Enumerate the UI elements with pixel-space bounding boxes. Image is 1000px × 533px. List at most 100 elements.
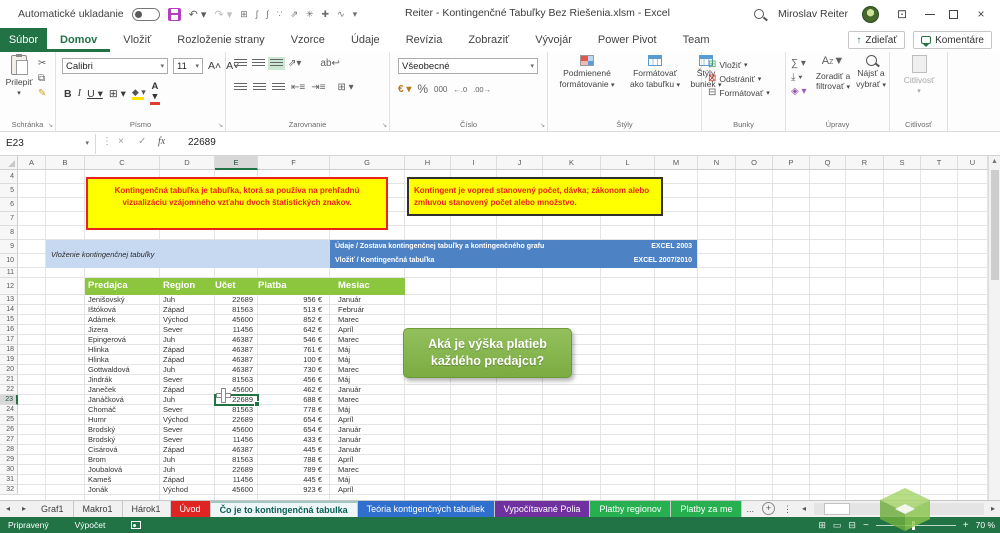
column-header-B[interactable]: B (46, 156, 85, 170)
page-layout-view-icon[interactable]: ▭ (833, 520, 842, 531)
row-header-7[interactable]: 7 (0, 212, 18, 226)
undo-icon[interactable]: ↶ ▾ (189, 8, 207, 21)
cell-C19[interactable]: Hlinka (88, 355, 160, 365)
cell-E25[interactable]: 22689 (215, 415, 253, 425)
sheet-tab-vod[interactable]: Úvod (171, 501, 211, 517)
decrease-decimal-icon[interactable]: .00→ (473, 85, 491, 94)
row-header-10[interactable]: 10 (0, 254, 18, 268)
row-header-19[interactable]: 19 (0, 355, 18, 365)
row-header-17[interactable]: 17 (0, 335, 18, 345)
formula-bar-value[interactable]: 22689 (188, 137, 216, 148)
menu-tab-domov[interactable]: Domov (47, 28, 110, 52)
row-header-32[interactable]: 32 (0, 485, 18, 495)
user-name[interactable]: Miroslav Reiter (778, 8, 848, 20)
cell-E15[interactable]: 45600 (215, 315, 253, 325)
search-icon[interactable] (754, 9, 764, 19)
insert-function-icon[interactable]: fx (158, 136, 165, 147)
align-center-icon[interactable] (253, 83, 266, 92)
font-dialog-launcher[interactable]: ↘ (218, 122, 223, 129)
row-header-18[interactable]: 18 (0, 345, 18, 355)
number-format-combo[interactable]: Všeobecné▾ (398, 58, 538, 74)
row-header-9[interactable]: 9 (0, 240, 18, 254)
cell-E20[interactable]: 46387 (215, 365, 253, 375)
comments-button[interactable]: Komentáre (913, 31, 992, 49)
align-right-icon[interactable] (272, 83, 285, 92)
cell-G30[interactable]: Marec (338, 465, 403, 475)
row-header-27[interactable]: 27 (0, 435, 18, 445)
select-all-corner[interactable] (0, 156, 18, 170)
tab-overflow-ellipsis[interactable]: ... (742, 501, 758, 517)
column-header-J[interactable]: J (497, 156, 543, 170)
cell-D17[interactable]: Juh (163, 335, 213, 345)
cell-C30[interactable]: Joubalová (88, 465, 160, 475)
vertical-scroll-thumb[interactable] (991, 170, 999, 280)
menu-tab-zobrazi[interactable]: Zobraziť (455, 28, 522, 52)
cell-C24[interactable]: Chomáč (88, 405, 160, 415)
confirm-entry-icon[interactable]: ✓ (138, 136, 146, 147)
autosum-icon[interactable]: ∑ ▾ (791, 58, 807, 69)
copy-icon[interactable]: ⧉ (38, 73, 46, 84)
cell-C32[interactable]: Jonák (88, 485, 160, 495)
format-cells-button[interactable]: ⊟Formátovať▾ (708, 87, 770, 98)
row-header-6[interactable]: 6 (0, 198, 18, 212)
row-header-26[interactable]: 26 (0, 425, 18, 435)
conditional-formatting-button[interactable]: Podmienené formátovanie ▾ (550, 55, 624, 90)
row-header-14[interactable]: 14 (0, 305, 18, 315)
add-sheet-icon[interactable]: + (762, 502, 775, 515)
cell-E32[interactable]: 45600 (215, 485, 253, 495)
page-break-view-icon[interactable]: ⊟ (848, 520, 856, 531)
cell-D15[interactable]: Východ (163, 315, 213, 325)
sheet-nav-left-icon[interactable]: ◂ (0, 501, 16, 517)
cell-C20[interactable]: Gottwaldová (88, 365, 160, 375)
cell-C26[interactable]: Brodský (88, 425, 160, 435)
cell-G32[interactable]: Apríl (338, 485, 403, 495)
hscroll-right-icon[interactable]: ▸ (986, 501, 1000, 517)
row-header-4[interactable]: 4 (0, 170, 18, 184)
column-header-F[interactable]: F (258, 156, 330, 170)
close-button[interactable]: × (972, 7, 990, 21)
delete-cells-button[interactable]: ⊠Odstrániť▾ (708, 73, 770, 84)
row-header-30[interactable]: 30 (0, 465, 18, 475)
cell-G19[interactable]: Máj (338, 355, 403, 365)
menu-tab-daje[interactable]: Údaje (338, 28, 393, 52)
cell-F17[interactable]: 546 € (258, 335, 322, 345)
minimize-button[interactable] (925, 14, 935, 15)
horizontal-scroll-thumb[interactable] (824, 503, 850, 515)
orientation-icon[interactable]: ⇗▾ (288, 58, 301, 69)
cell-D18[interactable]: Západ (163, 345, 213, 355)
macro-record-icon[interactable] (131, 521, 141, 529)
question-callout[interactable]: Aká je výška platieb každého predajcu? (403, 328, 572, 378)
cell-E31[interactable]: 11456 (215, 475, 253, 485)
bold-icon[interactable]: B (64, 88, 72, 100)
worksheet-grid[interactable]: ABCDEFGHIJKLMNOPQRSTU 456789101112131415… (0, 156, 988, 500)
column-header-E[interactable]: E (215, 156, 258, 170)
cell-E16[interactable]: 11456 (215, 325, 253, 335)
cell-C27[interactable]: Brodský (88, 435, 160, 445)
sheet-tab-h-rok1[interactable]: Hárok1 (123, 501, 171, 517)
column-header-T[interactable]: T (921, 156, 958, 170)
cell-F26[interactable]: 654 € (258, 425, 322, 435)
cut-icon[interactable]: ✂ (38, 58, 46, 69)
sheet-tab-vypo-tavan-polia[interactable]: Vypočítavané Polia (495, 501, 591, 517)
cell-D14[interactable]: Západ (163, 305, 213, 315)
increase-decimal-icon[interactable]: ←.0 (453, 85, 467, 94)
zoom-out-icon[interactable]: − (863, 520, 869, 531)
row-header-21[interactable]: 21 (0, 375, 18, 385)
column-header-I[interactable]: I (451, 156, 497, 170)
cell-F18[interactable]: 761 € (258, 345, 322, 355)
autosave-toggle[interactable] (132, 8, 160, 21)
row-header-25[interactable]: 25 (0, 415, 18, 425)
borders-icon[interactable]: ⊞ ▾ (109, 88, 126, 100)
column-header-C[interactable]: C (85, 156, 160, 170)
cell-E28[interactable]: 46387 (215, 445, 253, 455)
cell-E13[interactable]: 22689 (215, 295, 253, 305)
row-header-22[interactable]: 22 (0, 385, 18, 395)
cell-G17[interactable]: Marec (338, 335, 403, 345)
menu-tab-team[interactable]: Team (670, 28, 723, 52)
align-top-icon[interactable] (234, 59, 247, 68)
sheet-tab-graf1[interactable]: Graf1 (32, 501, 74, 517)
table-header-mesiac[interactable]: Mesiac (338, 280, 370, 291)
save-icon[interactable] (168, 8, 181, 21)
cell-G31[interactable]: Máj (338, 475, 403, 485)
column-header-K[interactable]: K (543, 156, 601, 170)
